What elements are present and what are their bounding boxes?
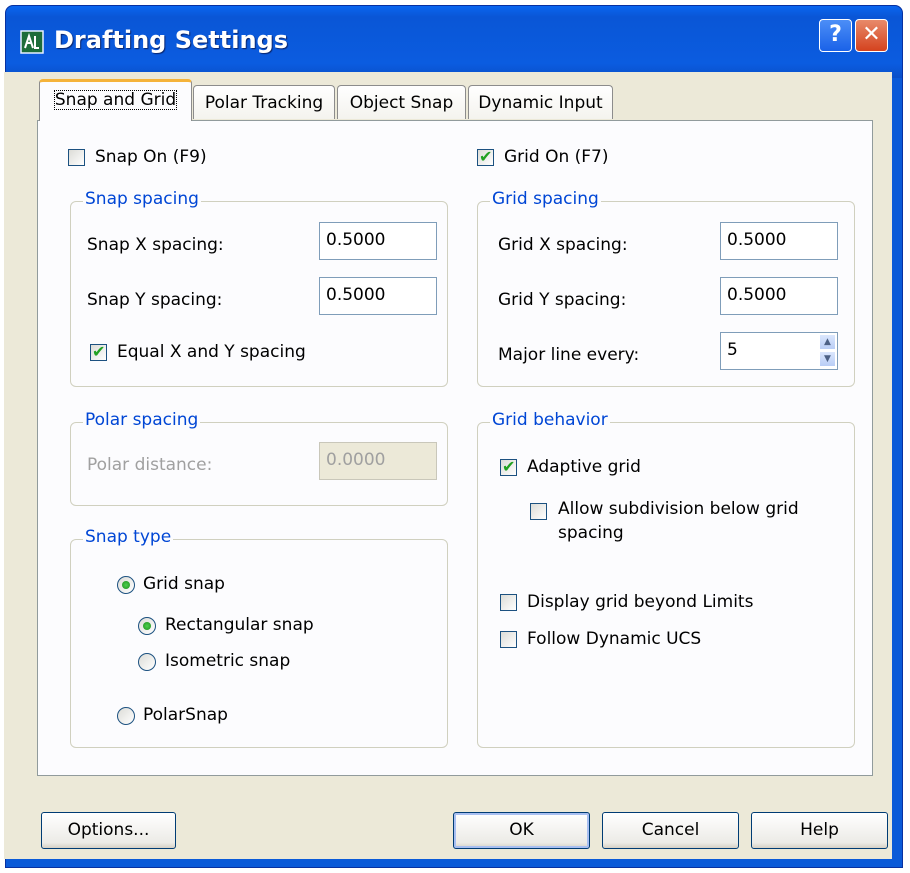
rectangular-snap-radio[interactable] (138, 617, 156, 635)
snap-on-checkbox[interactable] (68, 149, 85, 166)
tab-polar-tracking[interactable]: Polar Tracking (193, 85, 335, 119)
adaptive-grid-checkbox[interactable]: ✔ (500, 457, 517, 476)
spin-up-icon[interactable]: ▲ (819, 334, 836, 350)
help-button[interactable]: Help (751, 812, 888, 849)
tab-label: Object Snap (349, 93, 454, 113)
snap-x-spacing-input[interactable]: 0.5000 (319, 222, 437, 260)
close-icon[interactable]: ✕ (855, 19, 888, 52)
beyond-limits-checkbox[interactable] (500, 594, 517, 611)
spin-down-icon[interactable]: ▼ (819, 351, 836, 367)
snap-type-title: Snap type (83, 527, 174, 547)
window-title: Drafting Settings (54, 26, 288, 54)
subdivision-label-line1[interactable]: Allow subdivision below grid (558, 499, 799, 519)
follow-ucs-label[interactable]: Follow Dynamic UCS (527, 629, 701, 649)
check-mark-icon: ✔ (92, 342, 106, 361)
snap-x-label: Snap X spacing: (87, 235, 224, 255)
isometric-snap-label[interactable]: Isometric snap (165, 651, 290, 671)
equal-spacing-label[interactable]: Equal X and Y spacing (117, 342, 306, 362)
snap-and-grid-panel: Snap On (F9) ✔ Grid On (F7) Snap spacing… (37, 120, 873, 776)
subdivision-checkbox[interactable] (530, 503, 547, 520)
grid-on-checkbox[interactable]: ✔ (477, 147, 494, 166)
polarsnap-radio[interactable] (117, 707, 135, 725)
grid-on-label[interactable]: Grid On (F7) (504, 147, 609, 167)
rectangular-snap-label[interactable]: Rectangular snap (165, 615, 314, 635)
radio-dot-icon (143, 622, 151, 630)
grid-snap-label[interactable]: Grid snap (143, 574, 225, 594)
grid-x-label: Grid X spacing: (498, 235, 628, 255)
tab-snap-and-grid[interactable]: Snap and Grid (39, 79, 192, 121)
cancel-button[interactable]: Cancel (602, 812, 739, 849)
equal-spacing-checkbox[interactable]: ✔ (90, 342, 107, 361)
ok-button[interactable]: OK (453, 812, 590, 849)
tab-dynamic-input[interactable]: Dynamic Input (468, 85, 613, 119)
spinner-buttons: ▲ ▼ (819, 334, 836, 368)
grid-y-spacing-input[interactable]: 0.5000 (720, 277, 838, 315)
snap-y-label: Snap Y spacing: (87, 290, 223, 310)
tab-object-snap[interactable]: Object Snap (337, 85, 466, 119)
grid-behavior-group: Grid behavior ✔ Adaptive grid Allow subd… (477, 410, 855, 748)
adaptive-grid-label[interactable]: Adaptive grid (527, 457, 641, 477)
grid-snap-radio[interactable] (117, 576, 135, 594)
radio-dot-icon (122, 581, 130, 589)
follow-ucs-checkbox[interactable] (500, 631, 517, 648)
isometric-snap-radio[interactable] (138, 653, 156, 671)
polar-distance-label: Polar distance: (87, 455, 213, 475)
grid-behavior-title: Grid behavior (490, 410, 610, 430)
help-icon[interactable]: ? (819, 19, 852, 52)
subdivision-label-line2[interactable]: spacing (558, 523, 624, 543)
tab-label: Polar Tracking (204, 93, 324, 113)
grid-spacing-title: Grid spacing (490, 189, 601, 209)
polar-spacing-title: Polar spacing (83, 410, 201, 430)
snap-type-group: Snap type Grid snap Rectangular snap Iso… (70, 527, 448, 748)
check-mark-icon: ✔ (479, 147, 493, 166)
title-bar[interactable]: Drafting Settings (6, 6, 902, 78)
grid-y-label: Grid Y spacing: (498, 290, 627, 310)
snap-spacing-group: Snap spacing Snap X spacing: 0.5000 Snap… (70, 189, 448, 387)
major-line-value: 5 (727, 340, 738, 360)
snap-on-label[interactable]: Snap On (F9) (95, 147, 207, 167)
tab-label: Dynamic Input (478, 93, 603, 113)
snap-y-spacing-input[interactable]: 0.5000 (319, 277, 437, 315)
polar-distance-input: 0.0000 (319, 442, 437, 480)
major-line-label: Major line every: (498, 345, 640, 365)
tab-label: Snap and Grid (53, 90, 178, 110)
polarsnap-label[interactable]: PolarSnap (143, 705, 228, 725)
app-icon (20, 30, 44, 54)
polar-spacing-group: Polar spacing Polar distance: 0.0000 (70, 410, 448, 506)
grid-spacing-group: Grid spacing Grid X spacing: 0.5000 Grid… (477, 189, 855, 387)
snap-spacing-title: Snap spacing (83, 189, 201, 209)
major-line-spinner[interactable]: 5 ▲ ▼ (720, 332, 838, 370)
options-button[interactable]: Options... (41, 812, 176, 849)
grid-x-spacing-input[interactable]: 0.5000 (720, 222, 838, 260)
beyond-limits-label[interactable]: Display grid beyond Limits (527, 592, 753, 612)
check-mark-icon: ✔ (502, 457, 516, 476)
